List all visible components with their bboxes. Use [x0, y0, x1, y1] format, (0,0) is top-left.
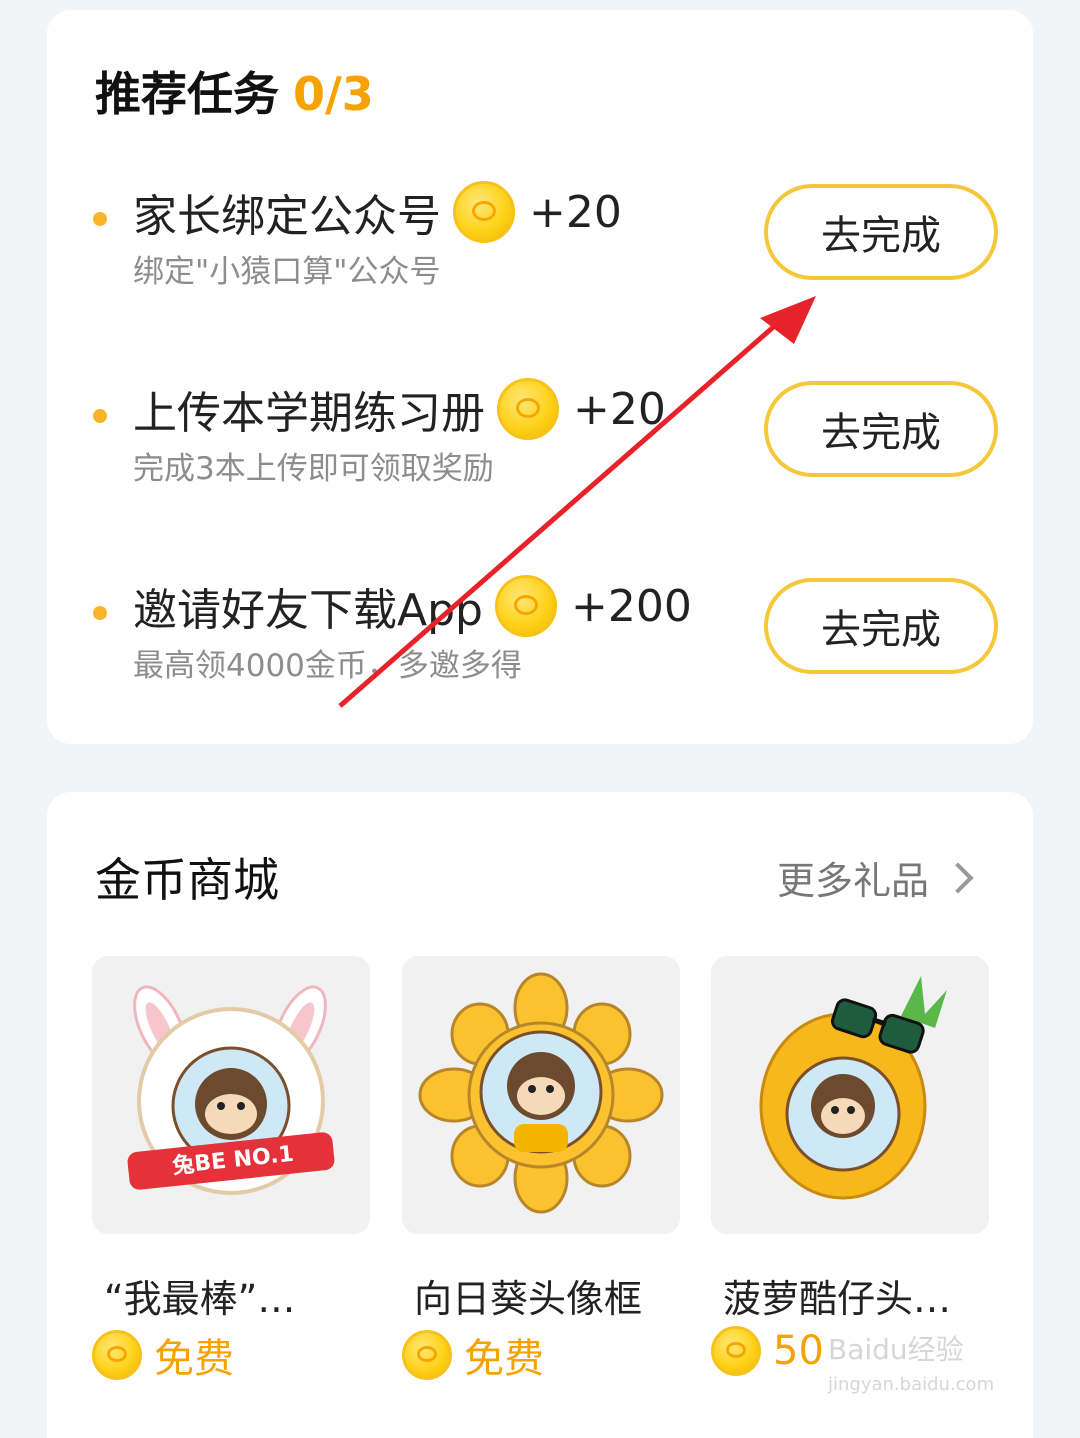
product-price-row: 免费	[402, 1326, 544, 1384]
task-title-text: 家长绑定公众号	[133, 191, 441, 242]
product-price: 免费	[464, 1336, 544, 1382]
more-gifts-link[interactable]: 更多礼品	[777, 850, 973, 905]
sunflower-avatar-frame-image	[418, 972, 664, 1214]
task-description: 最高领4000金币，多邀多得	[133, 648, 522, 684]
task-reward: +20	[529, 186, 622, 238]
task-title-text: 上传本学期练习册	[133, 388, 485, 439]
product-image	[402, 956, 680, 1234]
task-item: 家长绑定公众号 +20 绑定"小猿口算"公众号 去完成	[47, 180, 1033, 320]
gold-coin-icon	[494, 575, 557, 637]
bullet-dot-icon	[93, 606, 107, 620]
gold-coin-icon	[402, 1330, 452, 1380]
product-card[interactable]: 兔BE NO.1 “我最棒”… 免费	[92, 956, 370, 1382]
bunny-avatar-frame-image	[127, 985, 335, 1195]
product-price: 50	[773, 1328, 824, 1374]
baidu-jingyan-watermark: Baidu经验 jingyan.baidu.com	[828, 1328, 994, 1395]
product-name: 菠萝酷仔头…	[723, 1277, 952, 1321]
product-name: 向日葵头像框	[414, 1277, 643, 1321]
product-image	[711, 956, 989, 1234]
product-card[interactable]: 菠萝酷仔头… 50	[711, 956, 989, 1376]
task-reward: +200	[570, 580, 692, 632]
product-price: 免费	[154, 1336, 234, 1382]
mall-section-title: 金币商城	[95, 853, 279, 907]
product-image: 兔BE NO.1	[92, 956, 370, 1234]
more-gifts-label: 更多礼品	[777, 859, 930, 903]
gold-coin-icon	[92, 1330, 142, 1380]
task-item: 邀请好友下载App +200 最高领4000金币，多邀多得 去完成	[47, 574, 1033, 714]
bullet-dot-icon	[93, 409, 107, 423]
watermark-sub: jingyan.baidu.com	[828, 1374, 995, 1395]
task-title-text: 邀请好友下载App	[133, 585, 483, 636]
product-card[interactable]: 向日葵头像框 免费	[402, 956, 680, 1382]
task-title: 家长绑定公众号 +20	[133, 180, 622, 244]
go-complete-button[interactable]: 去完成	[764, 578, 998, 674]
product-name: “我最棒”…	[104, 1277, 296, 1321]
tasks-section-title: 推荐任务 0/3	[95, 58, 374, 124]
recommended-tasks-card: 推荐任务 0/3 家长绑定公众号 +20 绑定"小猿口算"公众号 去完成 上传本学…	[47, 10, 1033, 744]
task-reward: +20	[573, 383, 666, 435]
tasks-title-text: 推荐任务	[95, 67, 279, 121]
task-title: 上传本学期练习册 +20	[133, 377, 666, 441]
task-description: 绑定"小猿口算"公众号	[133, 254, 441, 290]
chevron-right-icon	[947, 865, 973, 891]
watermark-main: Baidu经验	[828, 1333, 964, 1366]
tasks-progress: 0/3	[293, 67, 374, 121]
product-price-row: 免费	[92, 1326, 234, 1384]
product-price-row: 50	[711, 1326, 824, 1376]
task-description: 完成3本上传即可领取奖励	[133, 451, 494, 487]
gold-coin-icon	[497, 378, 559, 440]
go-complete-button[interactable]: 去完成	[764, 381, 998, 477]
task-item: 上传本学期练习册 +20 完成3本上传即可领取奖励 去完成	[47, 377, 1033, 517]
go-complete-button[interactable]: 去完成	[764, 184, 998, 280]
bullet-dot-icon	[93, 212, 107, 226]
pineapple-avatar-frame-image	[759, 976, 947, 1200]
gold-coin-icon	[453, 181, 515, 243]
task-title: 邀请好友下载App +200	[133, 574, 692, 638]
gold-coin-icon	[711, 1326, 761, 1376]
